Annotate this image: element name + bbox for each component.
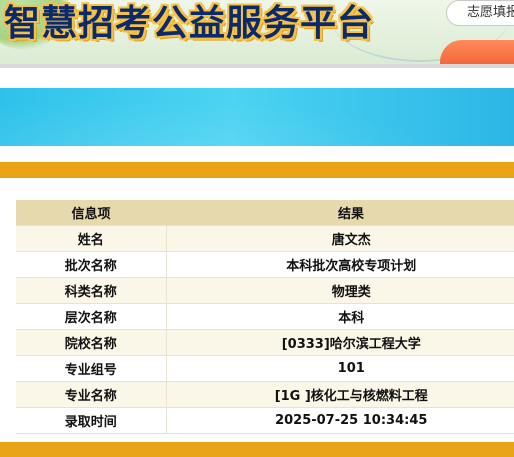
table-header-row: 信息项 结果 xyxy=(16,200,514,226)
row-value: [0333]哈尔滨工程大学 xyxy=(166,329,514,356)
nav-tab-volunteer-fill[interactable]: 志愿填报 xyxy=(446,0,514,26)
header-gap xyxy=(0,68,514,88)
row-value: [1G ]核化工与核燃料工程 xyxy=(166,381,514,408)
table-row: 专业名称 [1G ]核化工与核燃料工程 xyxy=(16,381,514,408)
row-value: 101 xyxy=(166,355,514,382)
row-value: 唐文杰 xyxy=(166,225,514,252)
section-divider-top xyxy=(0,162,514,178)
table-row: 院校名称 [0333]哈尔滨工程大学 xyxy=(16,329,514,356)
row-label: 录取时间 xyxy=(16,407,167,434)
site-title: 智慧招考公益服务平台 xyxy=(4,3,375,44)
column-header-result: 结果 xyxy=(166,200,514,226)
row-label: 科类名称 xyxy=(16,277,167,304)
row-value: 本科批次高校专项计划 xyxy=(166,251,514,278)
row-value: 物理类 xyxy=(166,277,514,304)
row-label: 院校名称 xyxy=(16,329,167,356)
row-label: 姓名 xyxy=(16,225,167,252)
table-row: 批次名称 本科批次高校专项计划 xyxy=(16,251,514,278)
banner-pattern xyxy=(0,88,514,146)
table-row: 科类名称 物理类 xyxy=(16,277,514,304)
table-row: 姓名 唐文杰 xyxy=(16,225,514,252)
admission-result-table: 信息项 结果 姓名 唐文杰 批次名称 本科批次高校专项计划 科类名称 物理类 层… xyxy=(16,200,514,434)
row-label: 层次名称 xyxy=(16,303,167,330)
row-value: 本科 xyxy=(166,303,514,330)
column-header-item: 信息项 xyxy=(16,200,166,226)
orange-nav-button[interactable] xyxy=(440,40,514,64)
section-divider-bottom xyxy=(0,442,514,457)
banner-image xyxy=(0,88,514,146)
table-row: 专业组号 101 xyxy=(16,355,514,382)
table-row: 录取时间 2025-07-25 10:34:45 xyxy=(16,407,514,434)
row-label: 专业名称 xyxy=(16,381,167,408)
row-value: 2025-07-25 10:34:45 xyxy=(166,407,514,434)
row-label: 专业组号 xyxy=(16,355,167,382)
site-header: 智慧招考公益服务平台 志愿填报 xyxy=(0,0,514,64)
row-label: 批次名称 xyxy=(16,251,167,278)
table-row: 层次名称 本科 xyxy=(16,303,514,330)
